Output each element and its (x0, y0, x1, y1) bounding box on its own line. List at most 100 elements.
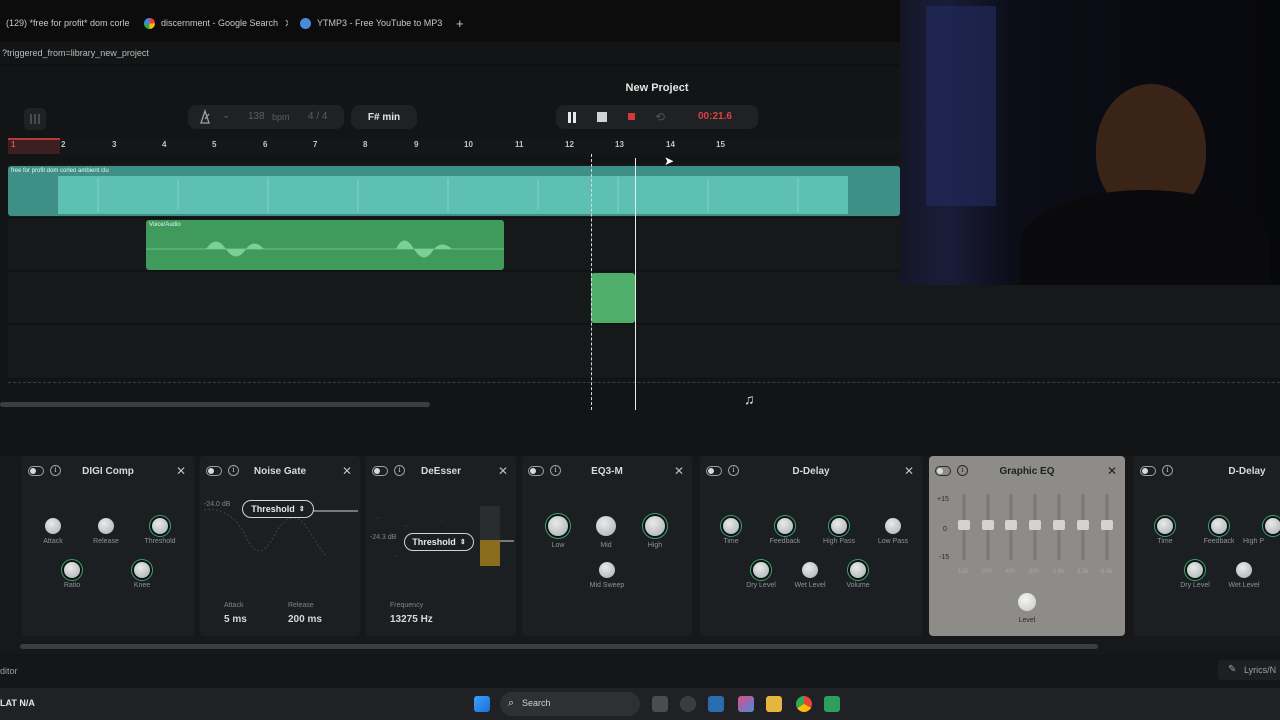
ruler-tick: 12 (565, 140, 574, 149)
pause-button[interactable] (567, 112, 577, 126)
browser-tab[interactable]: (129) *free for profit* dom corle ✕ (0, 10, 134, 36)
info-icon[interactable]: i (1162, 465, 1173, 476)
lyrics-notes-button[interactable]: ✎ Lyrics/N (1218, 660, 1280, 680)
knob-label: Mid Sweep (589, 582, 625, 589)
gallery-icon[interactable] (708, 696, 724, 712)
wet-level-knob[interactable] (802, 562, 818, 578)
effects-scrollbar[interactable] (20, 644, 1098, 649)
attack-label: Attack (224, 602, 244, 609)
4k-app-icon[interactable] (680, 696, 696, 712)
knob-label: Threshold (144, 538, 176, 545)
close-icon[interactable]: ✕ (674, 464, 684, 478)
level-knob[interactable] (1018, 593, 1036, 611)
copilot-icon[interactable] (738, 696, 754, 712)
browser-tab[interactable]: YTMP3 - Free YouTube to MP3 ✕ (294, 10, 446, 36)
key-selector[interactable]: F# min (351, 105, 417, 129)
ruler-tick: 1 (11, 140, 16, 149)
taskbar-search[interactable]: ⌕ Search (500, 692, 640, 716)
webcam-overlay (900, 0, 1280, 285)
taskbar: LAT N/A ⌕ Search (0, 688, 1280, 720)
loop-region[interactable] (8, 138, 60, 154)
project-title[interactable]: New Project (600, 82, 714, 94)
volume-knob[interactable] (850, 562, 866, 578)
ruler-tick: 14 (666, 140, 675, 149)
eq-sliders[interactable] (929, 490, 1125, 580)
bpm-value[interactable]: 138 (248, 111, 265, 122)
horizontal-scrollbar[interactable] (0, 402, 430, 407)
person-body (1020, 190, 1270, 285)
attack-value[interactable]: 5 ms (224, 614, 247, 625)
tempo-control[interactable]: ⌄ 138 bpm 4 / 4 (188, 105, 344, 129)
chevron-down-icon[interactable]: ⌄ (222, 110, 230, 121)
browser-tab[interactable]: discernment - Google Search ✕ (138, 10, 288, 36)
loop-icon[interactable]: ⟲ (655, 110, 665, 124)
threshold-dropdown[interactable]: Threshold ⇕ (404, 533, 474, 551)
mid-knob[interactable] (596, 516, 616, 536)
release-value[interactable]: 200 ms (288, 614, 322, 625)
start-icon[interactable] (474, 696, 490, 712)
mixer-icon[interactable] (24, 108, 46, 130)
close-icon[interactable]: ✕ (498, 464, 508, 478)
new-tab-button[interactable]: + (450, 10, 470, 36)
high-knob[interactable] (645, 516, 665, 536)
frequency-value[interactable]: 13275 Hz (390, 614, 433, 625)
file-explorer-icon[interactable] (766, 696, 782, 712)
close-icon[interactable]: ✕ (904, 464, 914, 478)
time-signature[interactable]: 4 / 4 (308, 111, 327, 122)
ruler-tick: 6 (263, 140, 268, 149)
record-button[interactable] (628, 113, 636, 124)
editor-label[interactable]: ditor (0, 666, 18, 676)
url-text: ?triggered_from=library_new_project (2, 48, 149, 58)
playhead[interactable] (635, 158, 636, 410)
time-knob[interactable] (723, 518, 739, 534)
band-label: 100 (958, 569, 969, 575)
time-knob[interactable] (1157, 518, 1173, 534)
audio-clip[interactable] (591, 273, 635, 323)
chrome-icon[interactable] (796, 696, 812, 712)
low-pass-knob[interactable] (885, 518, 901, 534)
close-icon[interactable]: ✕ (176, 464, 186, 478)
ruler-tick: 2 (61, 140, 66, 149)
high-pass-knob[interactable] (1265, 518, 1280, 534)
wet-level-knob[interactable] (1236, 562, 1252, 578)
mid-sweep-knob[interactable] (599, 562, 615, 578)
low-knob[interactable] (548, 516, 568, 536)
knee-knob[interactable] (134, 562, 150, 578)
stop-button[interactable] (597, 112, 608, 126)
weather-text[interactable]: LAT N/A (0, 698, 35, 708)
clip-label: free for profit dom corleo ambient clu (11, 168, 109, 174)
audio-clip[interactable]: free for profit dom corleo ambient clu (8, 166, 900, 216)
metronome-icon[interactable] (198, 108, 212, 128)
close-icon[interactable]: ✕ (342, 464, 352, 478)
dry-level-knob[interactable] (753, 562, 769, 578)
app-icon[interactable] (824, 696, 840, 712)
search-icon: ⌕ (508, 697, 515, 709)
threshold-db: -24.3 dB (370, 534, 397, 541)
chevron-updown-icon: ⇕ (298, 506, 305, 513)
audio-clip[interactable]: Voice/Audio (146, 220, 504, 270)
ratio-knob[interactable] (64, 562, 80, 578)
attack-knob[interactable] (45, 518, 61, 534)
feedback-knob[interactable] (1211, 518, 1227, 534)
release-knob[interactable] (98, 518, 114, 534)
threshold-knob[interactable] (152, 518, 168, 534)
high-pass-knob[interactable] (831, 518, 847, 534)
ruler-tick: 13 (615, 140, 624, 149)
fx-title: Noise Gate (253, 466, 307, 477)
frequency-label: Frequency (390, 602, 424, 609)
feedback-knob[interactable] (777, 518, 793, 534)
release-label: Release (288, 602, 314, 609)
task-view-icon[interactable] (652, 696, 668, 712)
toggle-switch[interactable] (1140, 466, 1156, 476)
add-music-icon[interactable]: ♫ (744, 391, 755, 407)
close-tab-icon[interactable]: ✕ (284, 17, 288, 30)
ruler-tick: 7 (313, 140, 318, 149)
threshold-dropdown[interactable]: Threshold ⇕ (242, 500, 314, 518)
close-icon[interactable]: ✕ (1107, 464, 1117, 478)
band-label: 200 (982, 569, 993, 575)
dry-level-knob[interactable] (1187, 562, 1203, 578)
track-row[interactable] (8, 325, 1280, 379)
ruler-tick: 15 (716, 140, 725, 149)
fx-deesser: i DeEsser ✕ -24.3 dB Threshold ⇕ Frequen… (366, 456, 516, 636)
ruler-tick: 8 (363, 140, 368, 149)
